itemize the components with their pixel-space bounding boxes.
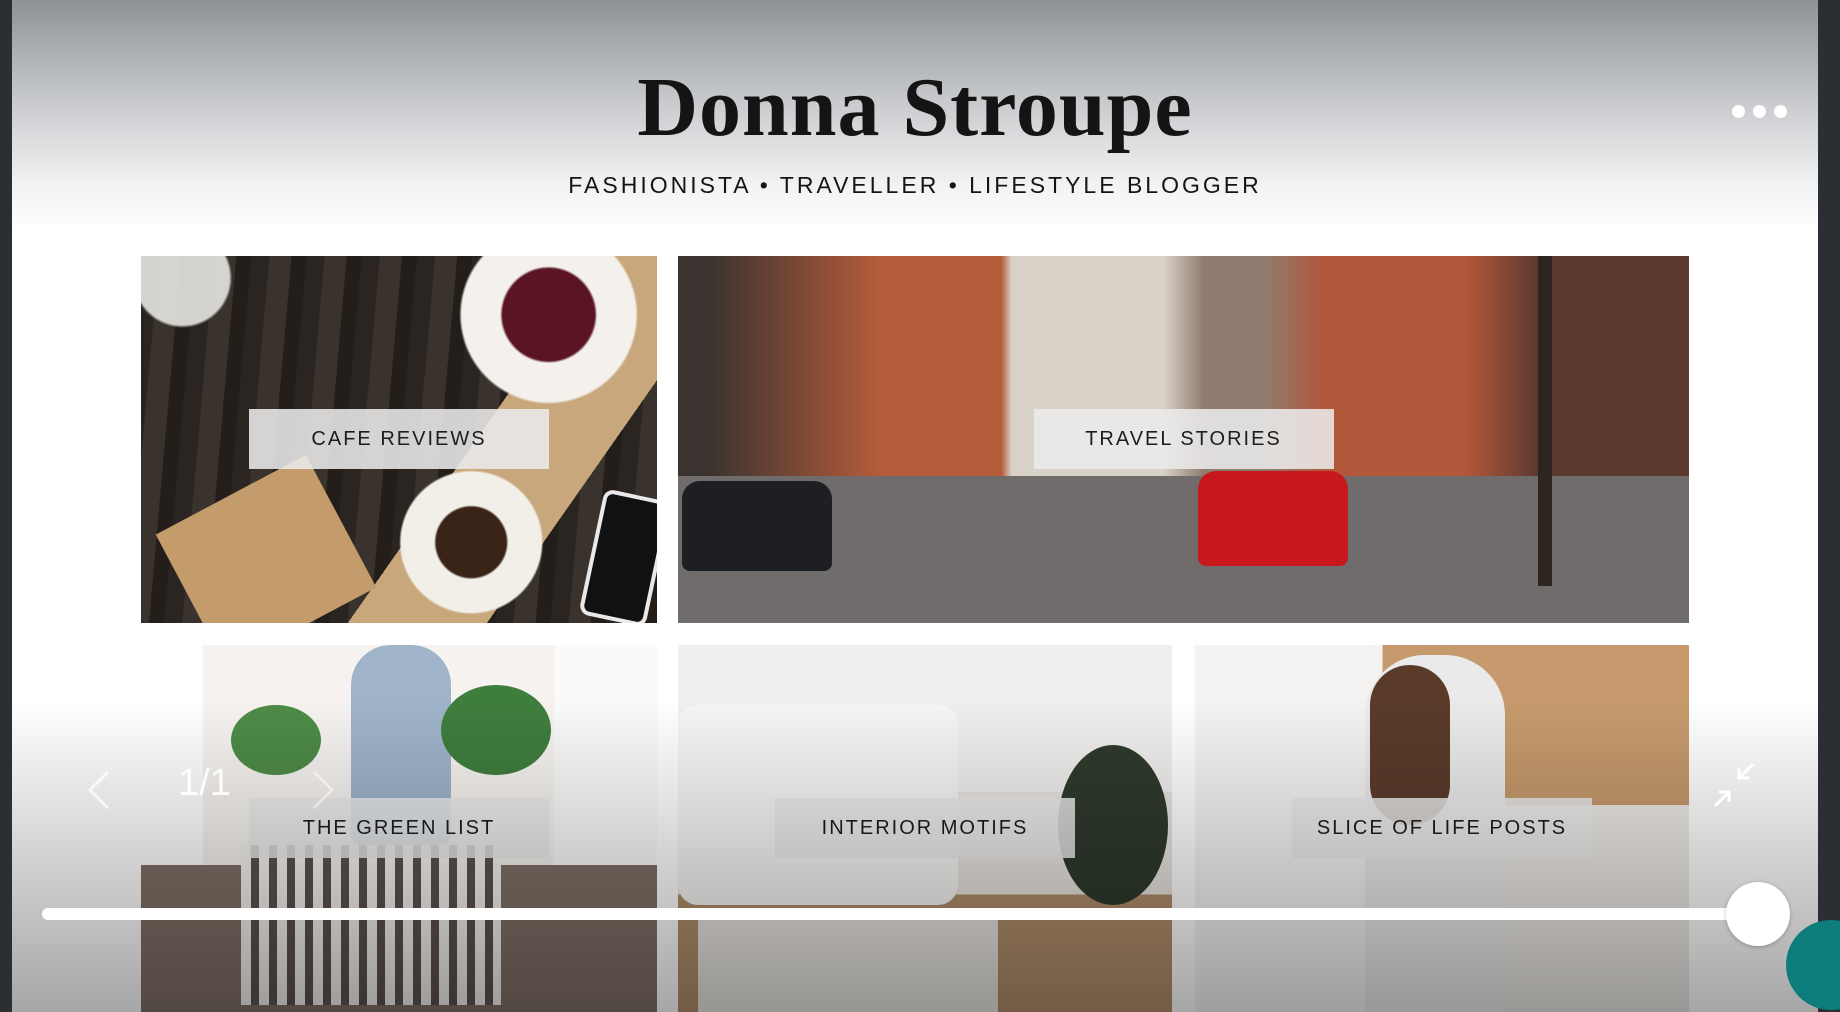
tile-label: TRAVEL STORIES [1033, 409, 1334, 469]
tile-slice-of-life[interactable]: SLICE OF LIFE POSTS [1195, 645, 1689, 1012]
tile-interior-motifs[interactable]: INTERIOR MOTIFS [678, 645, 1172, 1012]
tile-travel-stories[interactable]: TRAVEL STORIES [678, 256, 1689, 623]
slideshow-progress-track[interactable] [42, 908, 1772, 920]
slide-counter: 1/1 [178, 762, 231, 804]
tile-label: CAFE REVIEWS [249, 409, 549, 469]
tile-label: SLICE OF LIFE POSTS [1292, 798, 1592, 858]
lightbox-viewport: Donna Stroupe FASHIONISTA • TRAVELLER • … [12, 0, 1818, 1012]
chevron-right-icon[interactable] [302, 766, 342, 814]
tile-the-green-list[interactable]: THE GREEN LIST [141, 645, 657, 1012]
slideshow-progress-knob[interactable] [1726, 882, 1790, 946]
more-dots-icon[interactable] [1732, 100, 1798, 122]
tile-label: INTERIOR MOTIFS [775, 798, 1075, 858]
site-title: Donna Stroupe [637, 61, 1193, 154]
window-edge [1818, 0, 1840, 1012]
tile-cafe-reviews[interactable]: CAFE REVIEWS [141, 256, 657, 623]
collapse-arrows-icon[interactable] [1709, 756, 1759, 814]
tile-label: THE GREEN LIST [249, 798, 549, 858]
site-tagline: FASHIONISTA • TRAVELLER • LIFESTYLE BLOG… [568, 172, 1262, 198]
chevron-left-icon[interactable] [80, 766, 120, 814]
